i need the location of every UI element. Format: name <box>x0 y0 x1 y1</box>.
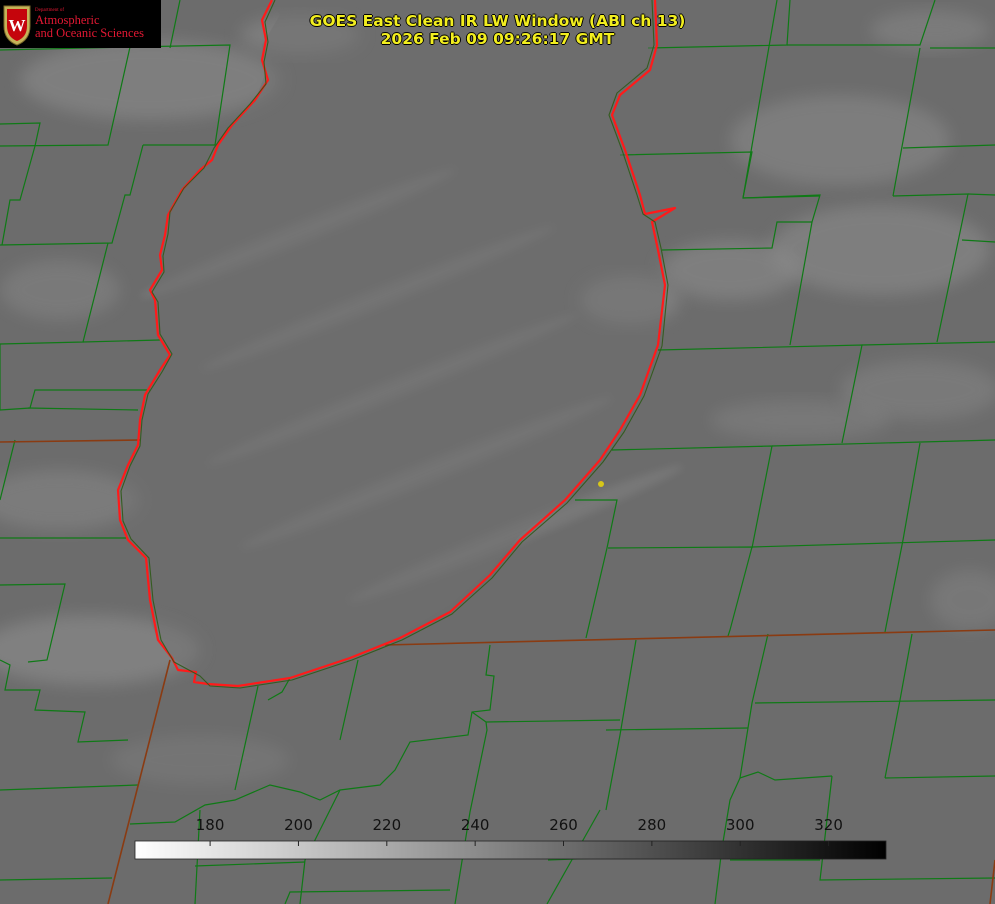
colorbar-tick-label: 320 <box>814 816 843 834</box>
colorbar-gradient <box>134 840 887 860</box>
colorbar-tick-label: 300 <box>726 816 755 834</box>
satellite-map-view: W Department of Atmospheric and Oceanic … <box>0 0 995 904</box>
colorbar-tick-label: 260 <box>549 816 578 834</box>
colorbar-tick-label: 240 <box>461 816 490 834</box>
temperature-colorbar: 180 200 220 240 260 280 300 320 <box>134 816 887 860</box>
colorbar-tick-label: 280 <box>638 816 667 834</box>
colorbar-tick-label: 200 <box>284 816 313 834</box>
colorbar-tick-label: 220 <box>372 816 401 834</box>
colorbar-tick-label: 180 <box>196 816 225 834</box>
